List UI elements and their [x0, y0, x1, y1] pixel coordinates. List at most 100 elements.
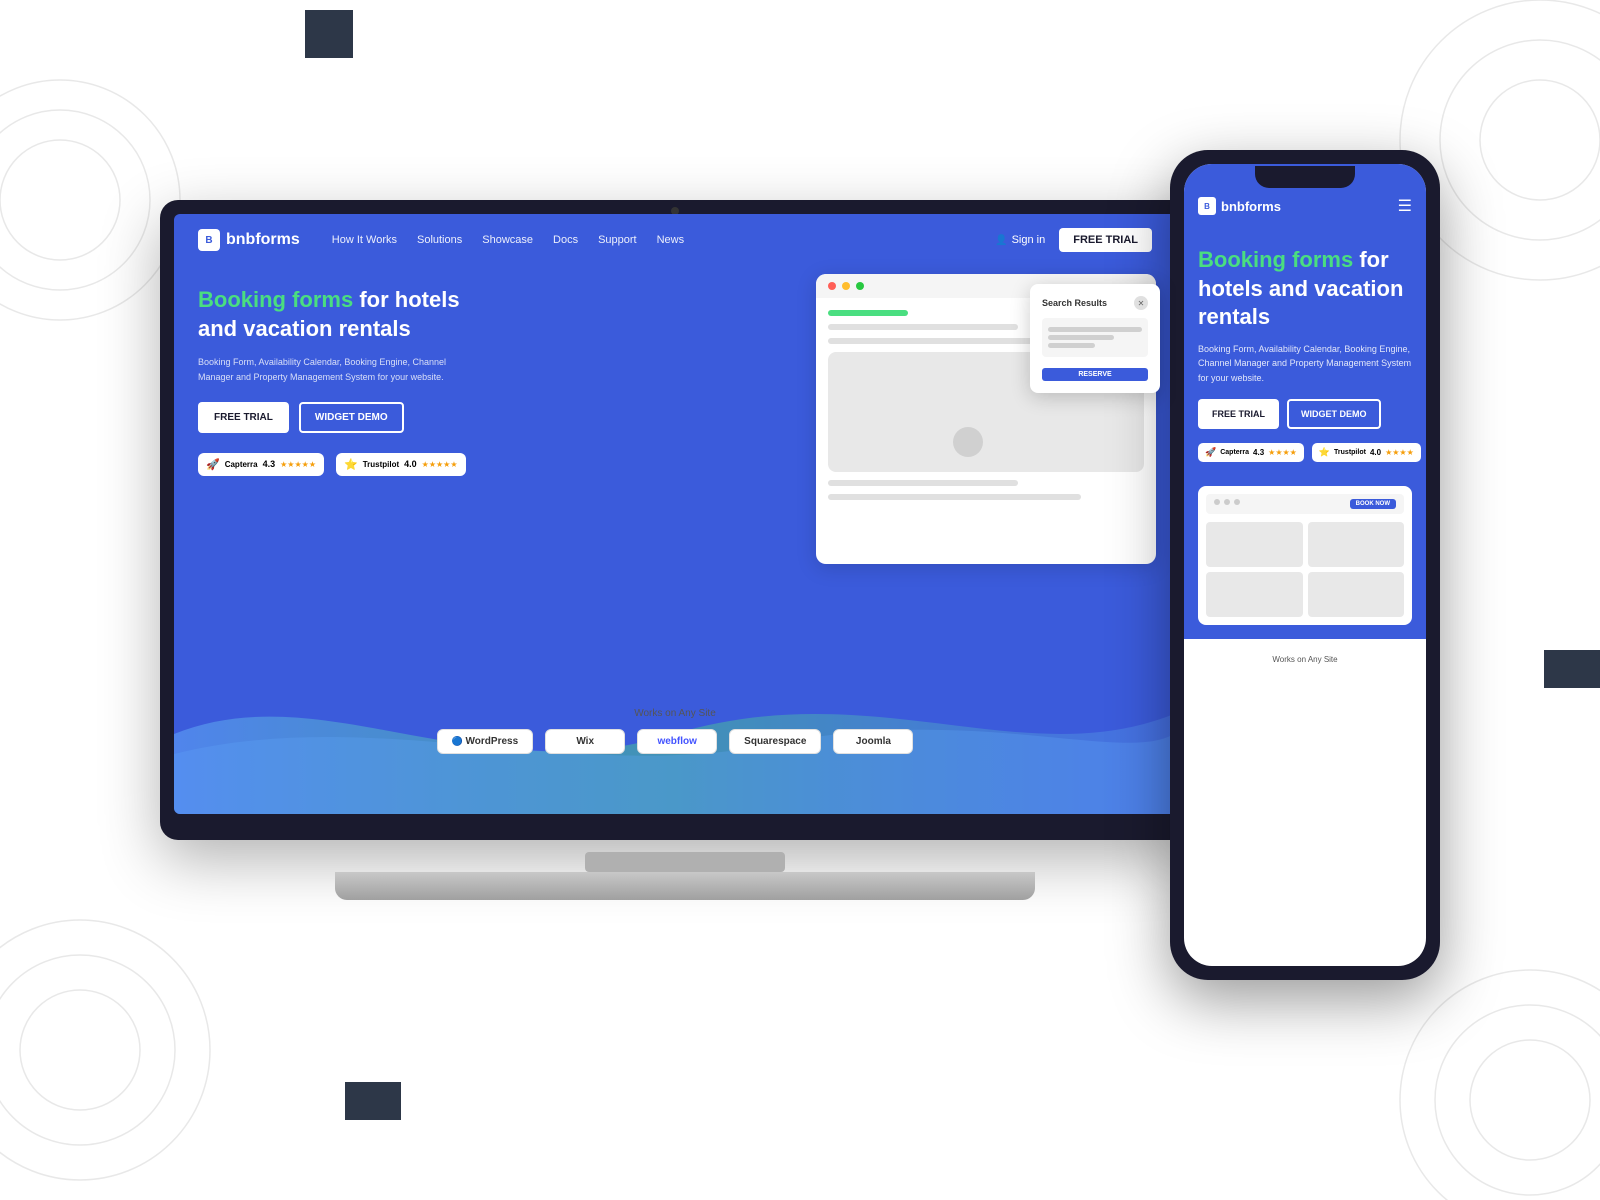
phone-mock-grid [1206, 522, 1404, 617]
laptop-nav-right: 👤 Sign in FREE TRIAL [995, 228, 1152, 252]
nav-link-solutions[interactable]: Solutions [417, 234, 462, 246]
phone-device: B bnbforms ☰ Booking forms for hotels an… [1170, 150, 1440, 980]
phone-trustpilot-label: Trustpilot [1334, 449, 1366, 456]
phone-dot-1 [1214, 499, 1220, 505]
mock-image-grid [953, 367, 1019, 457]
sr-bar-1 [1048, 327, 1142, 332]
search-results-reserve-button[interactable]: RESERVE [1042, 368, 1148, 381]
sr-bar-3 [1048, 343, 1095, 348]
platforms-list: 🔵 WordPress Wix webflow Squarespace Joo [385, 729, 965, 754]
phone-demo-section: BOOK NOW [1184, 486, 1426, 639]
laptop-nav-links: How It Works Solutions Showcase Docs Sup… [332, 234, 684, 246]
phone-mock-cell-2 [1308, 522, 1405, 567]
phone-dot-2 [1224, 499, 1230, 505]
laptop-device: B bnbforms How It Works Solutions Showca… [160, 200, 1210, 900]
phone-works-label: Works on Any Site [1192, 647, 1418, 672]
laptop-logo: B bnbforms [198, 229, 300, 251]
phone-notch [1255, 166, 1355, 188]
phone-body: B bnbforms ☰ Booking forms for hotels an… [1170, 150, 1440, 980]
phone-trustpilot-score: 4.0 [1370, 448, 1381, 457]
mock-bar-short-2 [828, 480, 1018, 486]
search-results-header: Search Results ✕ [1042, 296, 1148, 310]
phone-capterra-score: 4.3 [1253, 448, 1264, 457]
search-result-item [1042, 318, 1148, 357]
phone-works-section: Works on Any Site [1184, 639, 1426, 680]
phone-capterra-label: Capterra [1220, 449, 1249, 456]
laptop-hero-title-highlight: Booking forms [198, 287, 353, 312]
laptop-free-trial-button[interactable]: FREE TRIAL [198, 402, 289, 433]
laptop-hero-desc: Booking Form, Availability Calendar, Boo… [198, 355, 478, 384]
phone-screen: B bnbforms ☰ Booking forms for hotels an… [1184, 164, 1426, 966]
nav-link-how[interactable]: How It Works [332, 234, 397, 246]
mock-person [953, 427, 983, 457]
sr-bar-2 [1048, 335, 1114, 340]
search-results-close[interactable]: ✕ [1134, 296, 1148, 310]
trustpilot-stars: ★★★★★ [422, 460, 458, 469]
phone-widget-demo-button[interactable]: WIDGET DEMO [1287, 399, 1381, 429]
capterra-score: 4.3 [263, 459, 276, 469]
phone-ratings: 🚀 Capterra 4.3 ★★★★ ⭐ Trustpilot 4.0 ★★★… [1198, 443, 1412, 462]
mock-bar-medium-2 [828, 494, 1081, 500]
phone-demo-topbar: BOOK NOW [1206, 494, 1404, 514]
platform-webflow: webflow [637, 729, 717, 754]
laptop-capterra-badge: 🚀 Capterra 4.3 ★★★★★ [198, 453, 324, 476]
laptop-nav-trial-button[interactable]: FREE TRIAL [1059, 228, 1152, 252]
mock-cell-1 [953, 367, 983, 417]
phone-free-trial-button[interactable]: FREE TRIAL [1198, 399, 1279, 429]
nav-link-docs[interactable]: Docs [553, 234, 578, 246]
laptop-screen-outer: B bnbforms How It Works Solutions Showca… [160, 200, 1190, 840]
laptop-screen: B bnbforms How It Works Solutions Showca… [174, 214, 1176, 814]
laptop-base [335, 872, 1035, 900]
mock-cell-2 [989, 367, 1019, 417]
laptop-ratings: 🚀 Capterra 4.3 ★★★★★ ⭐ Trustpilot 4.0 ★★… [198, 453, 478, 476]
platform-joomla: Joomla [833, 729, 913, 754]
trustpilot-score: 4.0 [404, 459, 417, 469]
phone-dot-3 [1234, 499, 1240, 505]
laptop-works-section: Works on Any Site 🔵 WordPress Wix webflo… [385, 708, 965, 754]
platform-squarespace: Squarespace [729, 729, 821, 754]
window-dot-yellow [842, 282, 850, 290]
decorative-square-right [1544, 650, 1600, 688]
laptop-hero-buttons: FREE TRIAL WIDGET DEMO [198, 402, 478, 433]
phone-hamburger-icon[interactable]: ☰ [1398, 196, 1412, 216]
laptop-signin[interactable]: 👤 Sign in [995, 234, 1045, 246]
capterra-label: Capterra [225, 460, 258, 469]
phone-mock-cell-3 [1206, 572, 1303, 617]
search-results-title: Search Results [1042, 298, 1107, 308]
phone-trustpilot-badge: ⭐ Trustpilot 4.0 ★★★★ [1312, 443, 1421, 462]
phone-capterra-stars: ★★★★ [1268, 448, 1297, 457]
laptop-hero-title: Booking forms for hotels and vacation re… [198, 286, 478, 343]
phone-trustpilot-stars: ★★★★ [1385, 448, 1414, 457]
laptop-logo-icon: B [198, 229, 220, 251]
mock-bar-accent [828, 310, 908, 316]
laptop-widget-demo-button[interactable]: WIDGET DEMO [299, 402, 404, 433]
decorative-square-bottom [345, 1082, 401, 1120]
phone-hero-buttons: FREE TRIAL WIDGET DEMO [1198, 399, 1412, 429]
phone-title-highlight: Booking forms [1198, 247, 1353, 272]
platform-wordpress: 🔵 WordPress [437, 729, 534, 754]
phone-hero-title: Booking forms for hotels and vacation re… [1198, 246, 1412, 332]
mock-bar-short [828, 324, 1018, 330]
phone-demo-inner: BOOK NOW [1198, 486, 1412, 625]
laptop-search-results-overlay: Search Results ✕ RESERVE [1030, 284, 1160, 393]
decorative-square-top [305, 10, 353, 58]
works-on-any-site-label: Works on Any Site [385, 708, 965, 719]
laptop-logo-text: bnbforms [226, 231, 300, 249]
phone-logo: B bnbforms [1198, 197, 1281, 215]
laptop-navbar: B bnbforms How It Works Solutions Showca… [174, 214, 1176, 266]
nav-link-support[interactable]: Support [598, 234, 637, 246]
phone-capterra-badge: 🚀 Capterra 4.3 ★★★★ [1198, 443, 1304, 462]
trustpilot-label: Trustpilot [363, 460, 399, 469]
phone-mock-cell-1 [1206, 522, 1303, 567]
phone-book-now-button[interactable]: BOOK NOW [1350, 499, 1396, 509]
scene: B bnbforms How It Works Solutions Showca… [160, 150, 1440, 1050]
phone-hero-desc: Booking Form, Availability Calendar, Boo… [1198, 342, 1412, 385]
phone-logo-icon: B [1198, 197, 1216, 215]
platform-wix: Wix [545, 729, 625, 754]
nav-link-showcase[interactable]: Showcase [482, 234, 533, 246]
phone-hero: Booking forms for hotels and vacation re… [1184, 230, 1426, 486]
laptop-hero-left: Booking forms for hotels and vacation re… [198, 286, 478, 476]
window-dot-red [828, 282, 836, 290]
capterra-stars: ★★★★★ [280, 460, 316, 469]
nav-link-news[interactable]: News [657, 234, 685, 246]
